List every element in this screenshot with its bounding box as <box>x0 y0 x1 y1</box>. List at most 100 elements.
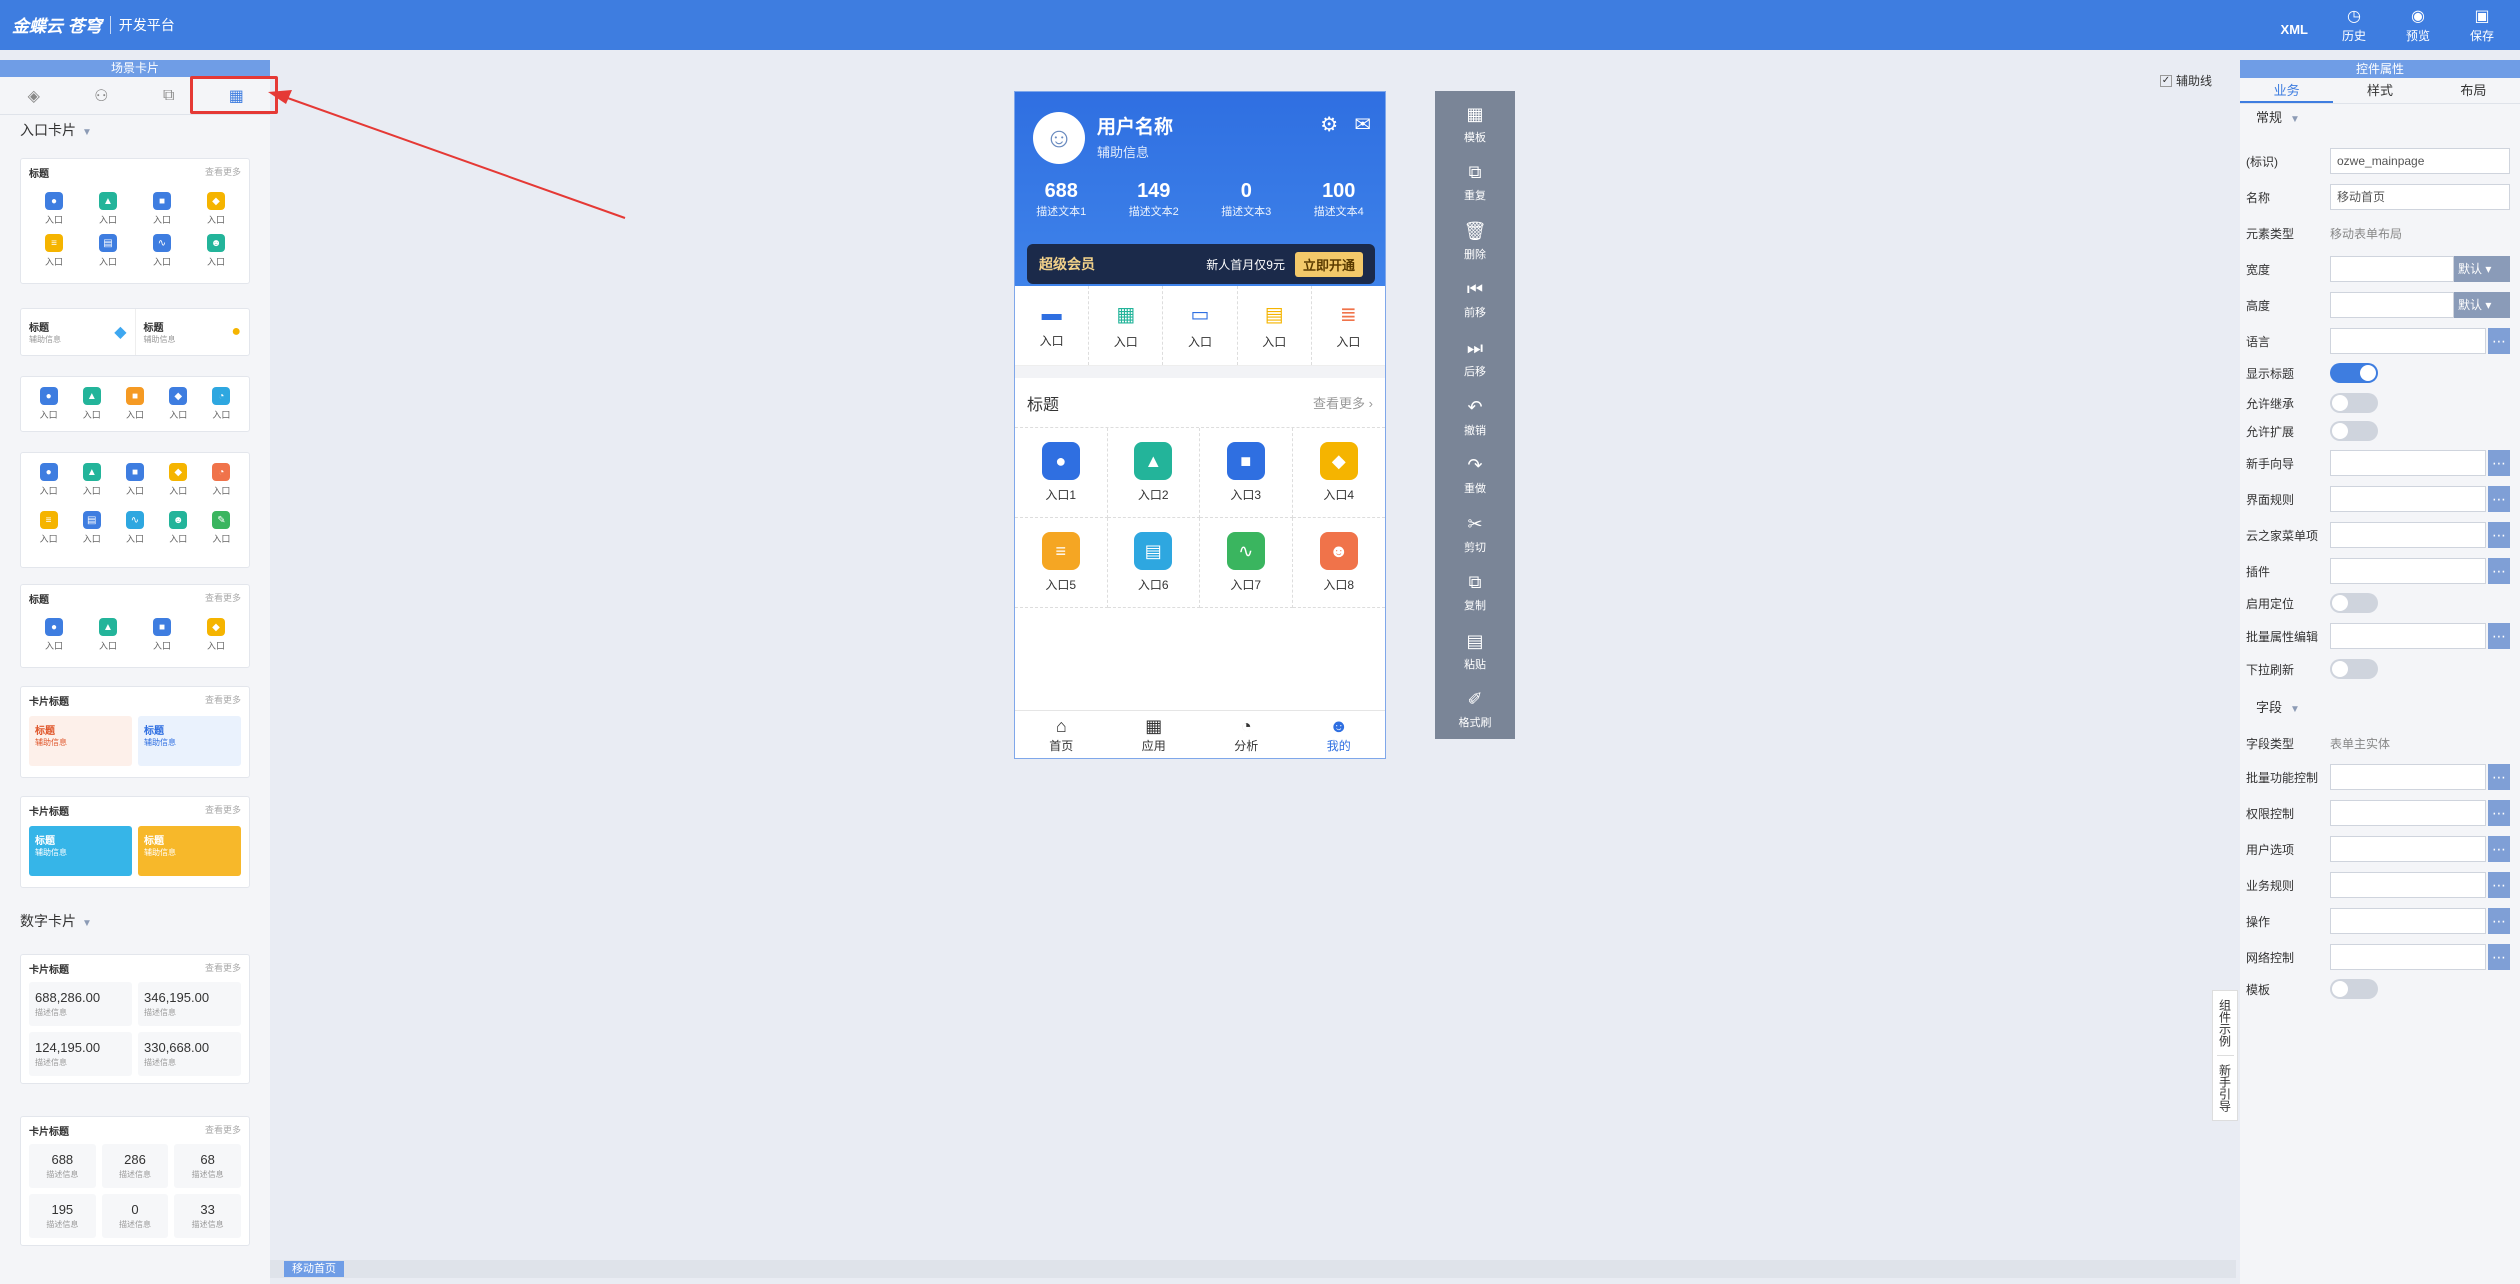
paste-button[interactable]: ▤ 粘贴 <box>1435 622 1515 681</box>
stat-item[interactable]: 149 描述文本2 <box>1108 180 1201 219</box>
key-input[interactable]: ozwe_mainpage <box>2330 148 2510 174</box>
more-button[interactable]: ⋯ <box>2488 764 2510 790</box>
lang-input[interactable] <box>2330 328 2486 354</box>
undo-button[interactable]: ↶ 撤销 <box>1435 388 1515 447</box>
quick-entry[interactable]: ▦ 入口 <box>1089 286 1164 365</box>
delete-button[interactable]: 🗑 删除 <box>1435 212 1515 271</box>
group-field[interactable]: 字段 ▼ <box>2240 694 2300 722</box>
layers-tab[interactable]: ◈ <box>0 77 68 114</box>
biz-rule-input[interactable] <box>2330 872 2486 898</box>
grid-entry[interactable]: ▤ 入口6 <box>1107 518 1200 608</box>
grid-entry[interactable]: ▲ 入口2 <box>1107 428 1200 518</box>
more-button[interactable]: ⋯ <box>2488 800 2510 826</box>
component-example-tab[interactable]: 组件示例 <box>2217 991 2234 1055</box>
op-input[interactable] <box>2330 908 2486 934</box>
stat-item[interactable]: 0 描述文本3 <box>1200 180 1293 219</box>
more-button[interactable]: ⋯ <box>2488 836 2510 862</box>
net-input[interactable] <box>2330 944 2486 970</box>
more-button[interactable]: ⋯ <box>2488 522 2510 548</box>
more-button[interactable]: ⋯ <box>2488 944 2510 970</box>
vip-banner[interactable]: 超级会员 新人首月仅9元 立即开通 <box>1027 244 1375 284</box>
entry-card-6[interactable]: 卡片标题 查看更多 标题 辅助信息 标题 辅助信息 <box>20 686 250 778</box>
more-button[interactable]: ⋯ <box>2488 623 2510 649</box>
tab-apps[interactable]: ▦ 应用 <box>1108 711 1201 758</box>
entry-card-3[interactable]: ● 入口 ▲ 入口 ■ 入口 ◆ 入口 ◔ 入口 <box>20 376 250 432</box>
save-button[interactable]: ▣ 保存 <box>2464 7 2500 44</box>
move-forward-button[interactable]: ⏮ 前移 <box>1435 271 1515 330</box>
profile-header[interactable]: ☺ 用户名称 辅助信息 ⚙ ✉ 688 描述文本1 149 描述文本2 0 描述文本3 … <box>1015 92 1385 286</box>
batch-ctrl-input[interactable] <box>2330 764 2486 790</box>
tab-layout[interactable]: 布局 <box>2427 78 2520 103</box>
entry-card-7[interactable]: 卡片标题 查看更多 标题 辅助信息 标题 辅助信息 <box>20 796 250 888</box>
cloud-menu-input[interactable] <box>2330 522 2486 548</box>
more-button[interactable]: ⋯ <box>2488 450 2510 476</box>
template-toggle[interactable] <box>2330 979 2378 999</box>
extend-toggle[interactable] <box>2330 421 2378 441</box>
guide-input[interactable] <box>2330 450 2486 476</box>
batch-edit-input[interactable] <box>2330 623 2486 649</box>
format-painter-button[interactable]: ✐ 格式刷 <box>1435 680 1515 739</box>
checkbox-checked[interactable]: ✓ <box>2160 74 2172 87</box>
quick-entry[interactable]: ▤ 入口 <box>1238 286 1312 365</box>
avatar[interactable]: ☺ <box>1033 112 1085 164</box>
template-button[interactable]: ▦ 模板 <box>1435 95 1515 154</box>
number-card-2[interactable]: 卡片标题 查看更多 688 描述信息 286 描述信息 68 描述信息 195 描述信息 … <box>20 1116 250 1246</box>
tab-analysis[interactable]: ◔ 分析 <box>1200 711 1293 758</box>
preview-button[interactable]: ◉ 预览 <box>2400 7 2436 44</box>
section-more[interactable]: 查看更多 › <box>1313 393 1373 412</box>
number-card-1[interactable]: 卡片标题 查看更多 688,286.00 描述信息 346,195.00 描述信息 1… <box>20 954 250 1084</box>
tab-business[interactable]: 业务 <box>2240 78 2334 103</box>
ui-rule-input[interactable] <box>2330 486 2486 512</box>
copy-button[interactable]: ⧉ 复制 <box>1435 563 1515 622</box>
entry-card-2[interactable]: 标题 辅助信息 ◆ 标题 辅助信息 ● <box>20 308 250 356</box>
user-opt-input[interactable] <box>2330 836 2486 862</box>
height-select[interactable]: 默认 ▾ <box>2454 292 2510 318</box>
height-input[interactable] <box>2330 292 2454 318</box>
stat-item[interactable]: 688 描述文本1 <box>1015 180 1108 219</box>
entry-card-4[interactable]: ● 入口 ▲ 入口 ■ 入口 ◆ 入口 ◔ 入口 ≡ 入口 ▤ 入口 ∿ 入口 ☻ 入口 ✎ 入口 <box>20 452 250 568</box>
history-button[interactable]: ◷ 历史 <box>2336 7 2372 44</box>
pull-refresh-toggle[interactable] <box>2330 659 2378 679</box>
helpline-toggle[interactable]: ✓ 辅助线 <box>2160 72 2212 89</box>
show-title-toggle[interactable] <box>2330 363 2378 383</box>
grid-entry[interactable]: ● 入口1 <box>1015 428 1108 518</box>
width-select[interactable]: 默认 ▾ <box>2454 256 2510 282</box>
section-header[interactable]: 标题 查看更多 › <box>1015 378 1385 428</box>
tab-style[interactable]: 样式 <box>2333 78 2426 103</box>
grid-entry[interactable]: ≡ 入口5 <box>1015 518 1108 608</box>
stat-item[interactable]: 100 描述文本4 <box>1293 180 1386 219</box>
duplicate-button[interactable]: ⧉ 重复 <box>1435 154 1515 213</box>
breadcrumb-tag[interactable]: 移动首页 <box>284 1261 344 1277</box>
phone-canvas[interactable]: ☺ 用户名称 辅助信息 ⚙ ✉ 688 描述文本1 149 描述文本2 0 描述文本3 … <box>1014 91 1386 759</box>
move-back-button[interactable]: ⏭ 后移 <box>1435 329 1515 388</box>
quick-entry[interactable]: ▬ 入口 <box>1015 286 1090 365</box>
entry-cards-header[interactable]: 入口卡片 ▼ <box>0 115 270 145</box>
more-button[interactable]: ⋯ <box>2488 328 2510 354</box>
grid-entry[interactable]: ∿ 入口7 <box>1200 518 1293 608</box>
name-input[interactable]: 移动首页 <box>2330 184 2510 210</box>
number-cards-header[interactable]: 数字卡片 ▼ <box>0 906 92 936</box>
inherit-toggle[interactable] <box>2330 393 2378 413</box>
xml-button[interactable]: XML <box>2281 6 2308 44</box>
quick-entry[interactable]: ≣ 入口 <box>1312 286 1385 365</box>
cut-button[interactable]: ✂ 剪切 <box>1435 505 1515 564</box>
tab-home[interactable]: ⌂ 首页 <box>1015 711 1108 758</box>
vip-open-button[interactable]: 立即开通 <box>1294 251 1363 277</box>
org-tab[interactable]: ⚇ <box>68 77 136 114</box>
tab-mine[interactable]: ☻ 我的 <box>1293 711 1386 758</box>
width-input[interactable] <box>2330 256 2454 282</box>
gear-icon[interactable]: ⚙ <box>1320 112 1338 137</box>
more-button[interactable]: ⋯ <box>2488 872 2510 898</box>
beginner-guide-tab[interactable]: 新手引导 <box>2216 1055 2234 1120</box>
message-icon[interactable]: ✉ <box>1354 112 1371 137</box>
perm-input[interactable] <box>2330 800 2486 826</box>
grid-entry[interactable]: ◆ 入口4 <box>1292 428 1385 518</box>
grid-entry[interactable]: ■ 入口3 <box>1200 428 1293 518</box>
plugin-input[interactable] <box>2330 558 2486 584</box>
locate-toggle[interactable] <box>2330 593 2378 613</box>
more-button[interactable]: ⋯ <box>2488 558 2510 584</box>
redo-button[interactable]: ↷ 重做 <box>1435 446 1515 505</box>
more-button[interactable]: ⋯ <box>2488 486 2510 512</box>
more-button[interactable]: ⋯ <box>2488 908 2510 934</box>
grid-entry[interactable]: ☻ 入口8 <box>1292 518 1385 608</box>
